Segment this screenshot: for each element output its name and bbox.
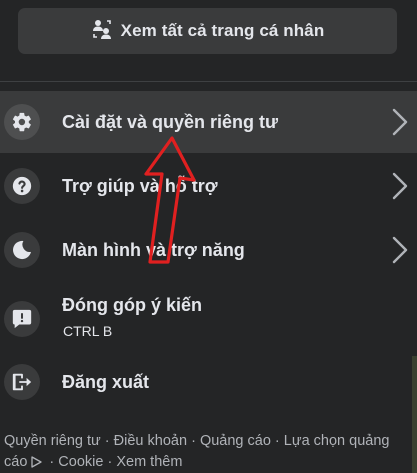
moon-icon bbox=[4, 232, 40, 268]
menu-item-label: Đóng góp ý kiến bbox=[62, 295, 203, 315]
menu-item-settings-privacy[interactable]: Cài đặt và quyền riêng tư bbox=[0, 91, 417, 153]
menu-item-display-accessibility[interactable]: Màn hình và trợ năng bbox=[0, 219, 417, 281]
logout-icon bbox=[4, 364, 40, 400]
see-all-profiles-label: Xem tất cả trang cá nhân bbox=[120, 21, 325, 40]
footer-link-privacy[interactable]: Quyền riêng tư bbox=[4, 433, 101, 449]
keyboard-shortcut-label: CTRL B bbox=[63, 323, 113, 339]
footer-separator: · bbox=[49, 454, 55, 470]
footer-separator: · bbox=[107, 454, 113, 470]
chevron-right-icon bbox=[391, 107, 409, 137]
switch-profiles-icon bbox=[91, 18, 113, 45]
menu-item-label: Đăng xuất bbox=[62, 371, 150, 392]
ad-choices-icon bbox=[29, 455, 43, 473]
chevron-right-icon bbox=[391, 235, 409, 265]
feedback-icon bbox=[4, 301, 40, 337]
footer-link-terms[interactable]: Điều khoản bbox=[114, 433, 187, 449]
question-icon bbox=[4, 168, 40, 204]
section-divider bbox=[0, 81, 417, 82]
footer-links: Quyền riêng tư · Điều khoản · Quảng cáo … bbox=[4, 431, 414, 473]
footer-link-more[interactable]: Xem thêm bbox=[116, 454, 182, 470]
footer-separator: · bbox=[104, 433, 110, 449]
footer-link-cookies[interactable]: Cookie bbox=[58, 454, 103, 470]
gear-icon bbox=[4, 104, 40, 140]
menu-item-log-out[interactable]: Đăng xuất bbox=[0, 351, 417, 413]
menu-item-give-feedback[interactable]: Đóng góp ý kiến CTRL B bbox=[0, 285, 417, 353]
footer-separator: · bbox=[274, 433, 280, 449]
menu-item-label: Màn hình và trợ năng bbox=[62, 239, 245, 260]
background-window-edge bbox=[412, 356, 417, 473]
menu-item-label: Cài đặt và quyền riêng tư bbox=[62, 111, 279, 132]
footer-separator: · bbox=[191, 433, 196, 449]
see-all-profiles-button[interactable]: Xem tất cả trang cá nhân bbox=[18, 8, 397, 54]
footer-link-advertising[interactable]: Quảng cáo bbox=[200, 433, 271, 449]
menu-item-label: Trợ giúp và hỗ trợ bbox=[62, 175, 218, 196]
menu-item-help-support[interactable]: Trợ giúp và hỗ trợ bbox=[0, 155, 417, 217]
chevron-right-icon bbox=[391, 171, 409, 201]
account-menu-panel: Xem tất cả trang cá nhân Cài đặt và quyề… bbox=[0, 0, 417, 473]
